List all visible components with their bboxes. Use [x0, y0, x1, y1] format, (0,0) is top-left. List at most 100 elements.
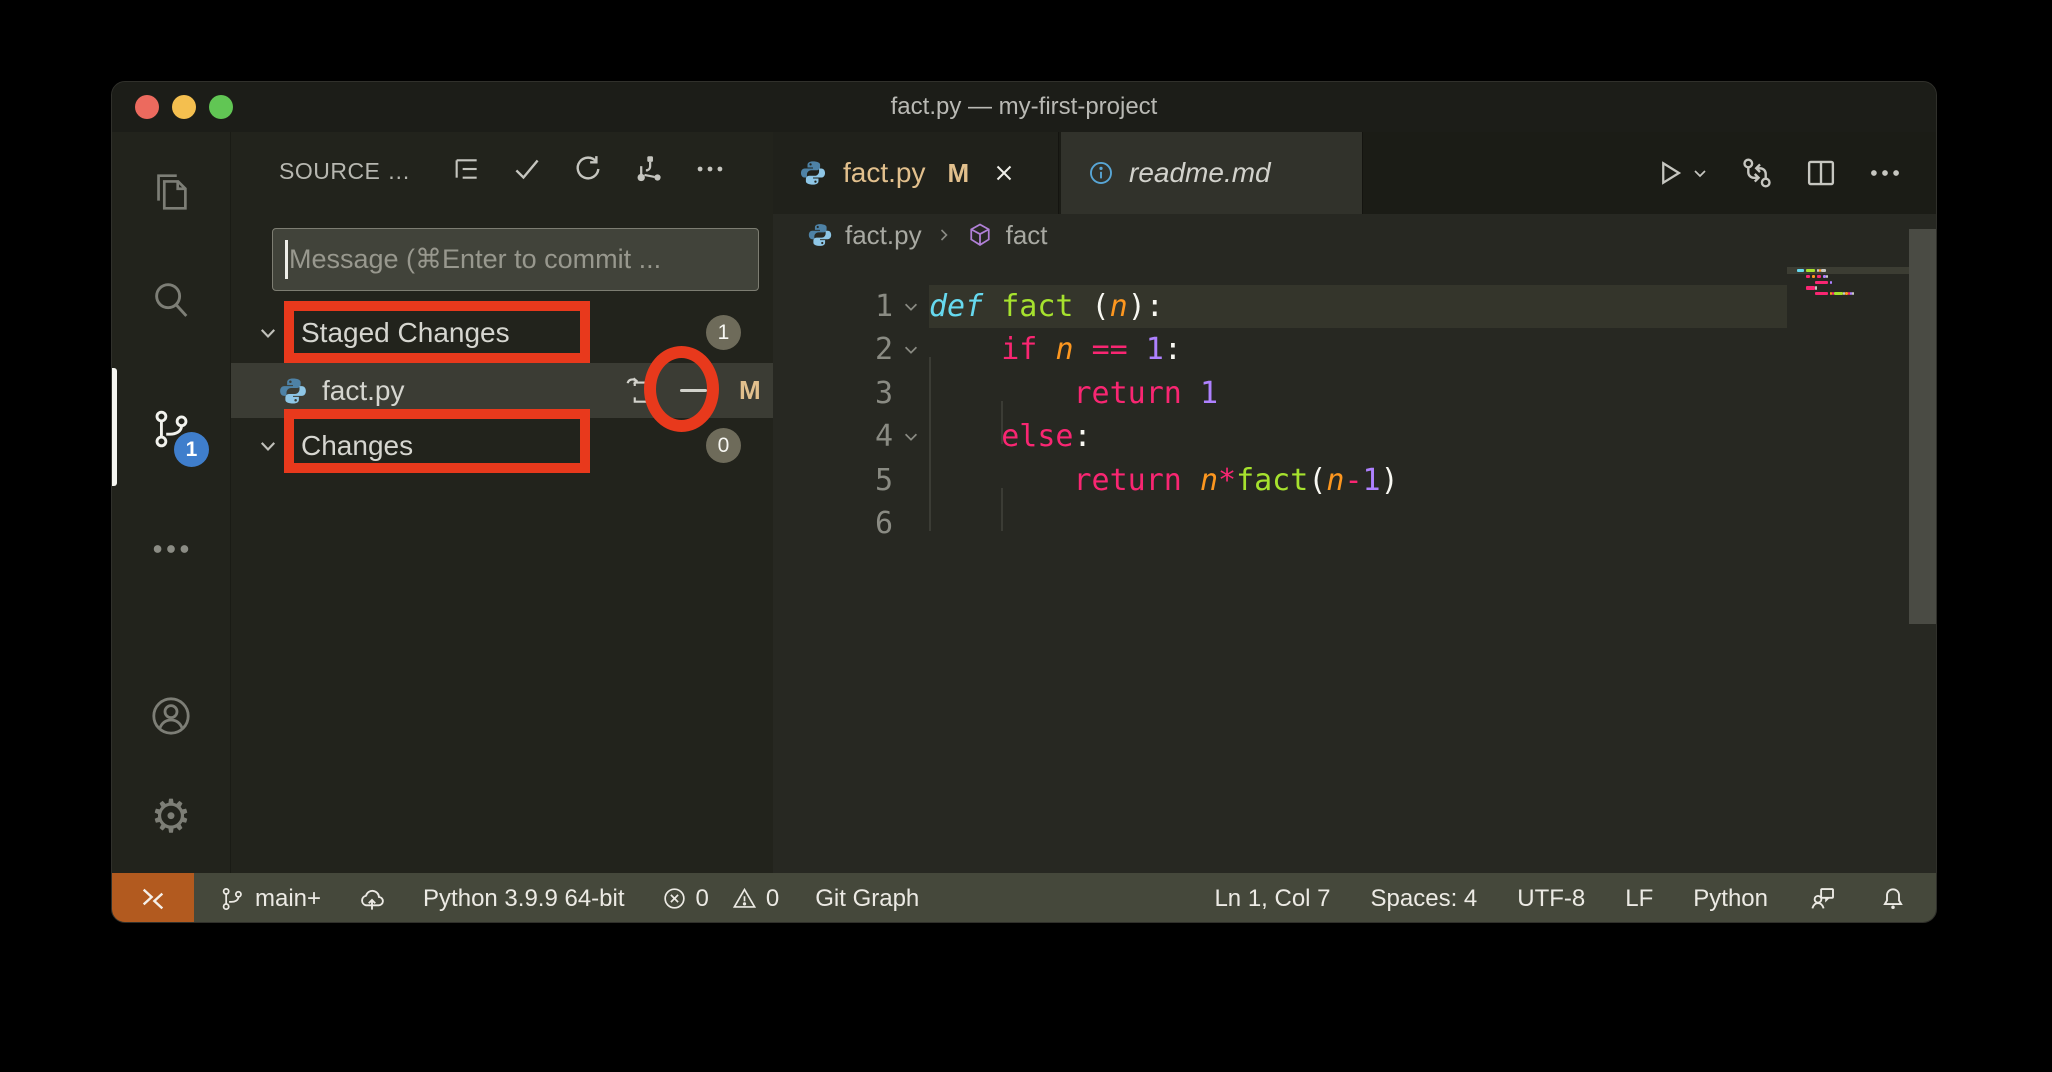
breadcrumb-file[interactable]: fact.py — [845, 220, 922, 251]
chevron-down-icon[interactable] — [251, 316, 285, 350]
search-icon — [148, 277, 194, 323]
breadcrumb-symbol[interactable]: fact — [1006, 220, 1048, 251]
code-line[interactable]: 3 return 1 — [773, 372, 1787, 415]
minus-icon — [680, 389, 707, 393]
compare-changes-icon — [1738, 154, 1776, 192]
code-line[interactable]: 6 — [773, 502, 1787, 545]
line-number: 3 — [773, 372, 893, 415]
open-changes-button[interactable] — [1738, 154, 1776, 192]
editor-toolbar — [1652, 132, 1937, 214]
commit-message-input[interactable] — [272, 228, 759, 291]
line-number: 1 — [773, 285, 893, 328]
problems-status[interactable]: 0 0 — [661, 885, 780, 913]
code-line[interactable]: 5 return n*fact(n-1) — [773, 459, 1787, 502]
code-editor[interactable]: 1def fact (n):2 if n == 1:3 return 14 el… — [773, 256, 1787, 792]
staged-changes-section[interactable]: Staged Changes 1 — [231, 302, 774, 363]
text-cursor — [285, 240, 288, 279]
code-line[interactable]: 4 else: — [773, 415, 1787, 458]
indent-guide — [1001, 488, 1003, 531]
git-graph-view-button[interactable] — [626, 146, 671, 191]
tab-modified-badge: M — [947, 158, 969, 189]
tab-fact-py[interactable]: fact.py M — [773, 132, 1059, 214]
line-number: 6 — [773, 502, 893, 545]
split-editor-button[interactable] — [1802, 154, 1840, 192]
open-file-button[interactable] — [619, 371, 659, 411]
fold-chevron-icon[interactable] — [893, 328, 929, 371]
minimap-lines — [1797, 269, 1907, 304]
status-right: Ln 1, Col 7 Spaces: 4 UTF-8 LF Python — [1214, 884, 1937, 914]
feedback-button[interactable] — [1808, 884, 1838, 914]
files-icon — [148, 169, 194, 215]
list-tree-icon — [450, 153, 482, 185]
feedback-icon — [1808, 884, 1838, 914]
branch-status[interactable]: main+ — [218, 885, 321, 913]
staged-file-row[interactable]: fact.py M — [231, 363, 774, 418]
code-line[interactable]: 2 if n == 1: — [773, 328, 1787, 371]
run-python-file-button[interactable] — [1652, 155, 1712, 191]
minimap[interactable] — [1787, 214, 1909, 873]
status-left: main+ Python 3.9.9 64-bit 0 — [194, 884, 919, 914]
vscode-window: fact.py — my-first-project 1 — [111, 81, 1937, 923]
changes-label: Changes — [301, 430, 413, 462]
fold-chevron-icon[interactable] — [893, 415, 929, 458]
sidebar-title: SOURCE … — [279, 158, 411, 185]
warning-icon — [731, 885, 758, 912]
code-line[interactable]: 1def fact (n): — [773, 285, 1787, 328]
activity-accounts[interactable] — [112, 668, 230, 764]
unstage-changes-button[interactable] — [673, 371, 713, 411]
publish-changes-button[interactable] — [357, 884, 387, 914]
tab-label: readme.md — [1129, 157, 1271, 189]
scm-pending-badge: 1 — [174, 432, 209, 467]
play-icon — [1652, 155, 1688, 191]
modified-status-badge: M — [739, 375, 761, 406]
close-tab-button[interactable] — [991, 160, 1017, 186]
staged-changes-label: Staged Changes — [301, 317, 510, 349]
view-as-tree-button[interactable] — [443, 146, 488, 191]
notifications-button[interactable] — [1878, 884, 1908, 914]
activity-source-control[interactable] — [112, 381, 230, 477]
activity-more-views[interactable] — [112, 501, 230, 597]
activity-explorer[interactable] — [112, 144, 230, 240]
cursor-position-status[interactable]: Ln 1, Col 7 — [1214, 885, 1330, 913]
ellipsis-icon — [693, 152, 727, 186]
indent-guide — [1001, 401, 1003, 444]
remote-indicator[interactable] — [112, 873, 194, 923]
scrollbar-slider[interactable] — [1909, 229, 1937, 624]
check-icon — [510, 152, 544, 186]
breadcrumb[interactable]: fact.py fact — [773, 214, 1787, 256]
git-branch-icon — [218, 885, 246, 913]
activity-bar: 1 ⚙ — [112, 132, 230, 873]
cloud-upload-icon — [357, 884, 387, 914]
activity-search[interactable] — [112, 252, 230, 348]
chevron-down-icon[interactable] — [251, 429, 285, 463]
language-mode-status[interactable]: Python — [1693, 885, 1768, 913]
code-lines: 1def fact (n):2 if n == 1:3 return 14 el… — [773, 285, 1787, 545]
file-row-actions: M — [619, 363, 761, 418]
tab-label: fact.py — [843, 157, 925, 189]
active-view-indicator — [112, 368, 117, 486]
python-interpreter-status[interactable]: Python 3.9.9 64-bit — [423, 885, 624, 913]
fold-chevron-icon[interactable] — [893, 285, 929, 328]
line-number: 4 — [773, 415, 893, 458]
close-icon — [991, 160, 1017, 186]
changes-count-badge: 0 — [706, 428, 741, 463]
changes-section[interactable]: Changes 0 — [231, 418, 774, 473]
activity-settings[interactable]: ⚙ — [112, 768, 230, 864]
encoding-status[interactable]: UTF-8 — [1517, 885, 1585, 913]
commit-button[interactable] — [504, 146, 549, 191]
line-number: 5 — [773, 459, 893, 502]
title-bar[interactable]: fact.py — my-first-project — [112, 82, 1936, 132]
more-actions-button[interactable] — [687, 146, 732, 191]
tab-readme-md[interactable]: readme.md — [1061, 132, 1363, 214]
ellipsis-icon — [1866, 154, 1904, 192]
eol-status[interactable]: LF — [1625, 885, 1653, 913]
git-graph-status[interactable]: Git Graph — [815, 885, 919, 913]
indentation-status[interactable]: Spaces: 4 — [1371, 885, 1478, 913]
chevron-right-icon — [932, 223, 956, 247]
python-file-icon — [278, 376, 308, 406]
chevron-down-icon — [1688, 161, 1712, 185]
refresh-button[interactable] — [565, 146, 610, 191]
info-icon — [1087, 159, 1115, 187]
more-actions-button[interactable] — [1866, 154, 1904, 192]
status-bar: main+ Python 3.9.9 64-bit 0 — [112, 873, 1937, 923]
